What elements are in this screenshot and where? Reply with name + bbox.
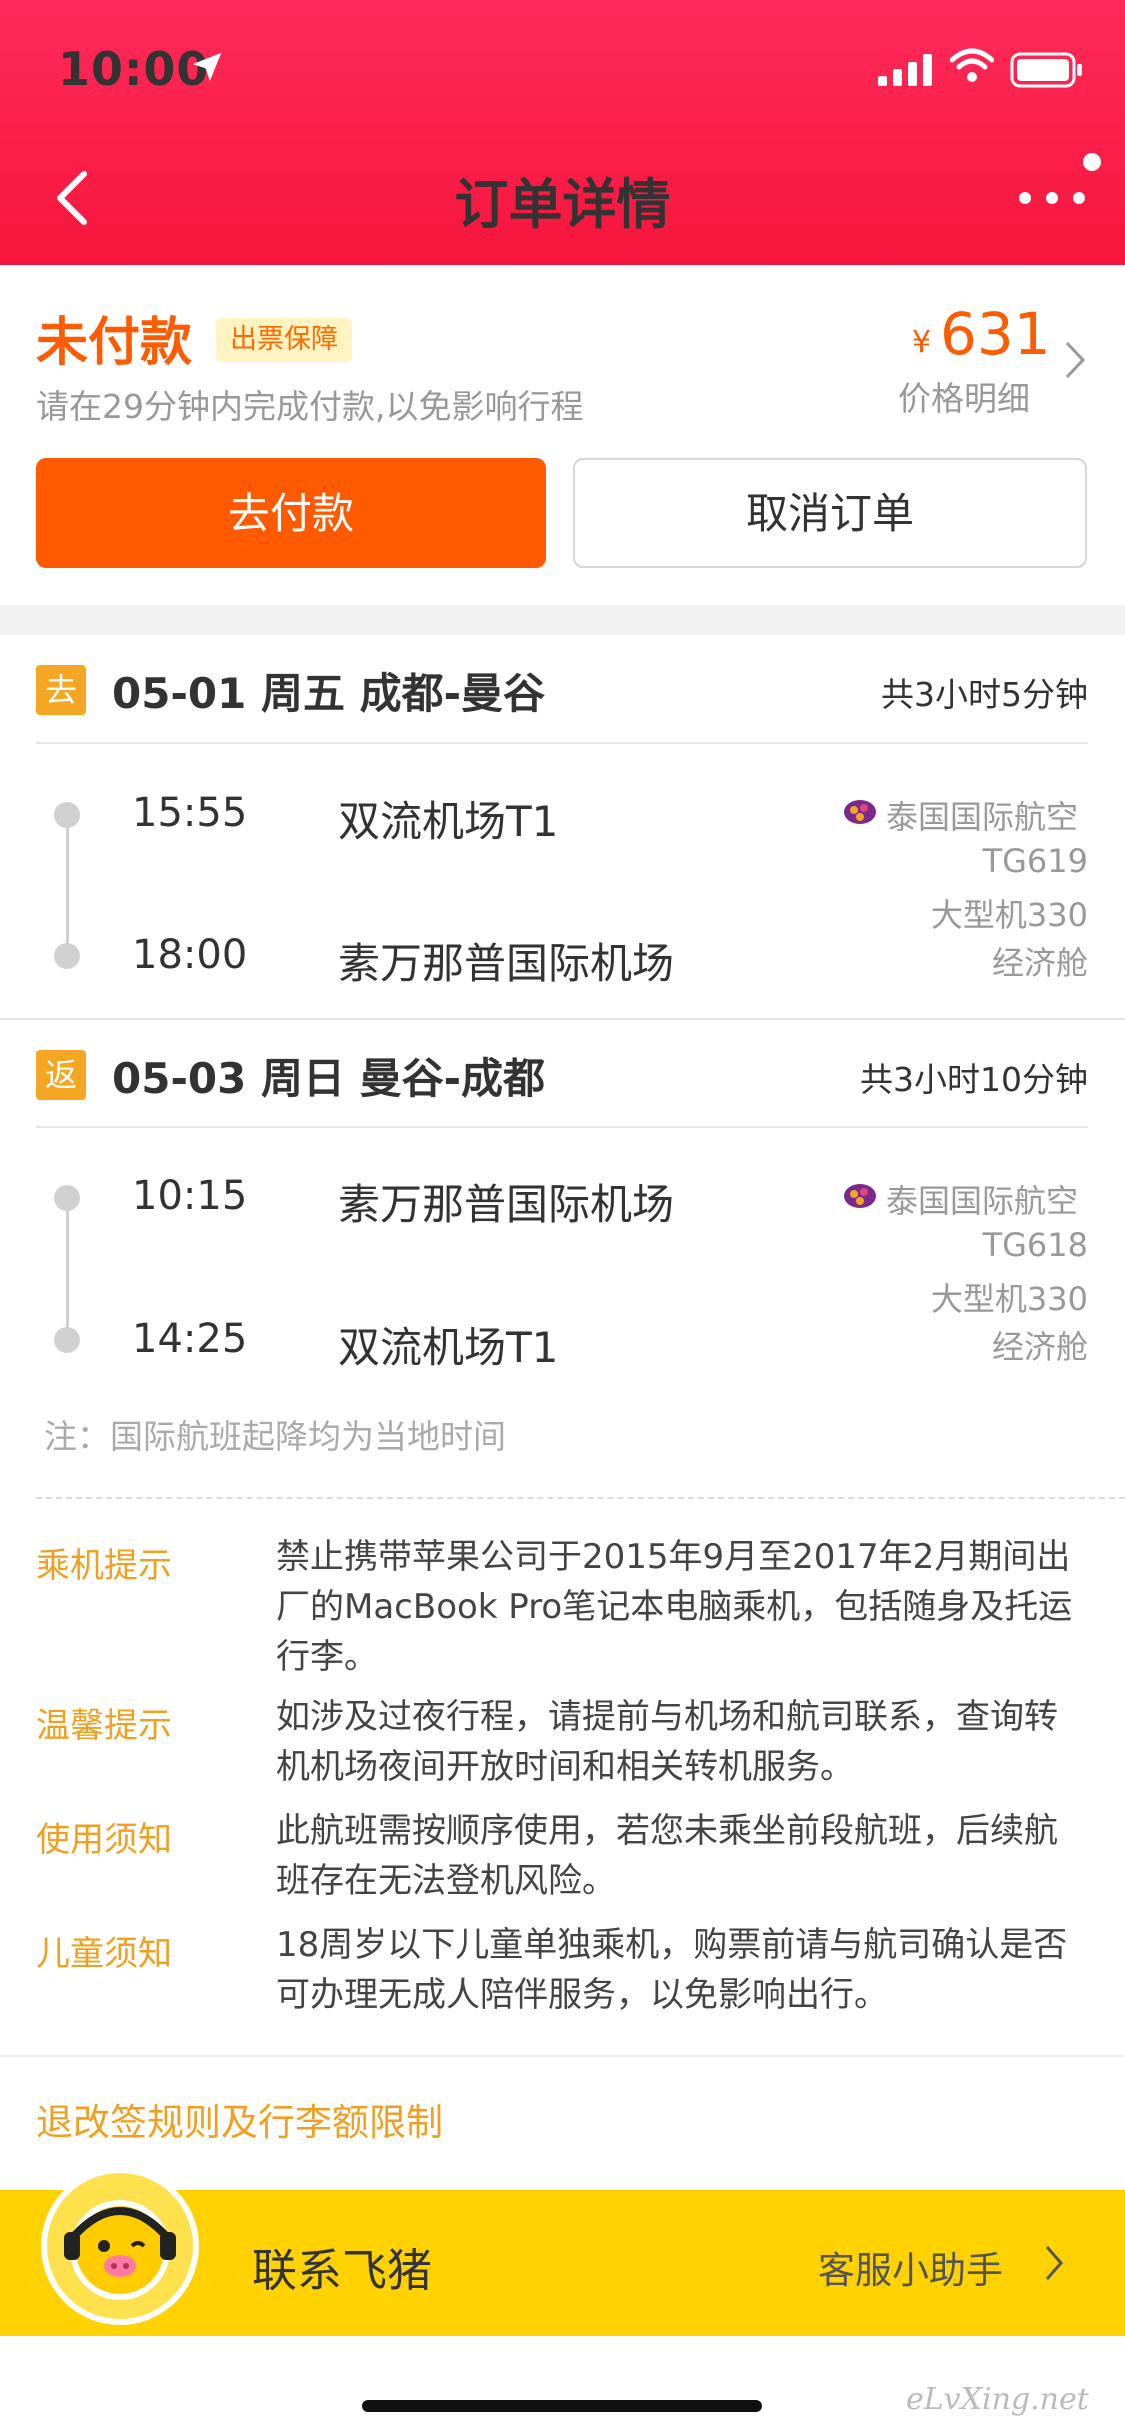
cancel-order-button[interactable]: 取消订单 [573, 458, 1087, 568]
location-arrow-icon [192, 52, 222, 82]
tip-label-children: 儿童须知 [36, 1934, 172, 1974]
wifi-icon [950, 48, 994, 82]
arrival-dot [54, 943, 80, 969]
page-title: 订单详情 [454, 173, 671, 236]
customer-assistant-link[interactable]: 客服小助手 [818, 2240, 1003, 2294]
arrival-airport: 双流机场T1 [338, 1323, 559, 1372]
pay-button[interactable]: 去付款 [36, 458, 546, 568]
total-price[interactable]: 631 [940, 300, 1051, 368]
order-status: 未付款 [36, 313, 193, 373]
timeline-line [66, 1209, 69, 1339]
tip-text-boarding: 禁止携带苹果公司于2015年9月至2017年2月期间出厂的MacBook Pro… [276, 1537, 1073, 1677]
divider [36, 742, 1088, 744]
departure-time: 15:55 [132, 790, 248, 836]
tip-label-usage: 使用须知 [36, 1820, 172, 1860]
ticket-guarantee-badge[interactable]: 出票保障 [216, 318, 352, 362]
cabin-class: 经济舱 [991, 1328, 1088, 1366]
airline-name: 泰国国际航空 [886, 798, 1079, 836]
flight-number: TG619 [982, 842, 1088, 880]
contact-fliggy-label[interactable]: 联系飞猪 [252, 2234, 432, 2299]
chevron-right-icon[interactable] [1044, 2244, 1064, 2282]
departure-airport: 双流机场T1 [338, 797, 559, 846]
battery-icon [1010, 52, 1082, 88]
segment-duration: 共3小时10分钟 [860, 1060, 1088, 1099]
divider [36, 1126, 1088, 1128]
segment-duration: 共3小时5分钟 [881, 675, 1088, 714]
aircraft-type: 大型机330 [930, 1280, 1088, 1318]
airline-name: 泰国国际航空 [886, 1182, 1079, 1220]
tip-text-children: 18周岁以下儿童单独乘机，购票前请与航司确认是否可办理无成人陪伴服务，以免影响出… [276, 1925, 1068, 2015]
refund-baggage-rules-link[interactable]: 退改签规则及行李额限制 [36, 2092, 443, 2146]
timeline-line [66, 826, 69, 956]
divider [0, 1018, 1125, 1020]
watermark: eLvXing.net [906, 2382, 1089, 2417]
divider [0, 2055, 1125, 2057]
home-indicator[interactable] [362, 2400, 762, 2412]
local-time-note: 注：国际航班起降均为当地时间 [44, 1417, 506, 1456]
thai-airways-logo-icon [844, 1184, 876, 1208]
flight-number: TG618 [982, 1226, 1088, 1264]
more-menu-icon[interactable] [1012, 150, 1102, 210]
segment-route: 05-03 周日 曼谷-成都 [112, 1054, 546, 1103]
departure-airport: 素万那普国际机场 [338, 1180, 675, 1229]
departure-dot [54, 802, 80, 828]
price-currency: ¥ [912, 325, 932, 360]
aircraft-type: 大型机330 [930, 896, 1088, 934]
section-divider [0, 605, 1125, 635]
return-badge: 返 [36, 1050, 86, 1100]
tip-label-boarding: 乘机提示 [36, 1546, 172, 1586]
signal-icon [878, 54, 932, 86]
segment-route: 05-01 周五 成都-曼谷 [112, 669, 546, 718]
tip-label-reminder: 温馨提示 [36, 1706, 172, 1746]
outbound-badge: 去 [36, 665, 86, 715]
price-detail-link[interactable]: 价格明细 [898, 372, 1030, 420]
thai-airways-logo-icon [844, 800, 876, 824]
tip-text-reminder: 如涉及过夜行程，请提前与机场和航司联系，查询转机机场夜间开放时间和相关转机服务。 [276, 1697, 1058, 1787]
payment-deadline-tip: 请在29分钟内完成付款,以免影响行程 [36, 387, 584, 426]
arrival-time: 14:25 [132, 1316, 248, 1362]
arrival-airport: 素万那普国际机场 [338, 939, 675, 988]
tip-text-usage: 此航班需按顺序使用，若您未乘坐前段航班，后续航班存在无法登机风险。 [276, 1811, 1058, 1901]
departure-dot [54, 1185, 80, 1211]
chevron-right-icon[interactable] [1064, 340, 1086, 380]
departure-time: 10:15 [132, 1173, 248, 1219]
cabin-class: 经济舱 [991, 944, 1088, 982]
status-time: 10:00 [58, 42, 210, 96]
dashed-divider [36, 1497, 1125, 1499]
fliggy-mascot-avatar [41, 2167, 199, 2325]
arrival-time: 18:00 [132, 932, 248, 978]
arrival-dot [54, 1327, 80, 1353]
